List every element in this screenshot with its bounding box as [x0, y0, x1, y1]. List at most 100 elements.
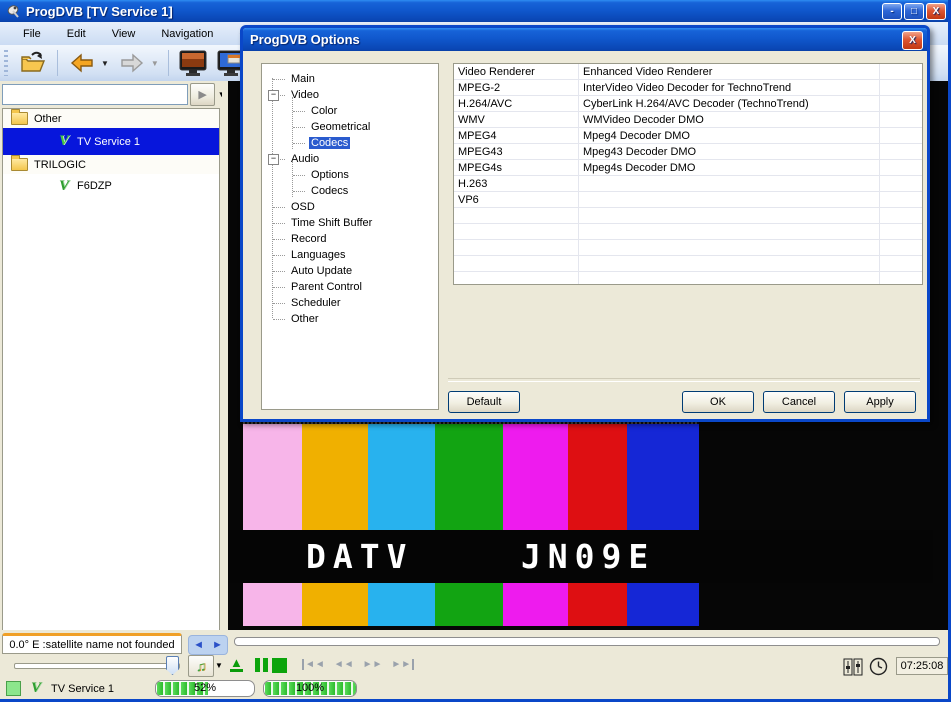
- equalizer-button[interactable]: [843, 658, 863, 679]
- volume-slider[interactable]: [14, 663, 180, 669]
- tree-item-other[interactable]: Other: [262, 311, 438, 327]
- video-overlay-text: DATV JN09E: [306, 537, 655, 576]
- tree-item-options[interactable]: Options: [262, 167, 438, 183]
- tree-item-color[interactable]: Color: [262, 103, 438, 119]
- rewind-icon[interactable]: ◄◄: [334, 659, 354, 670]
- audio-track-dropdown-icon[interactable]: ▼: [213, 655, 225, 675]
- channel-logo-icon: V: [31, 681, 41, 696]
- forward-dropdown-icon[interactable]: ▼: [151, 59, 159, 68]
- codec-extra-cell: [880, 128, 922, 143]
- codec-extra-cell: [880, 112, 922, 127]
- tree-item-osd[interactable]: OSD: [262, 199, 438, 215]
- seek-bar[interactable]: [234, 637, 940, 646]
- open-folder-icon: [20, 51, 46, 75]
- codec-extra-cell: [880, 192, 922, 207]
- codec-row: [454, 256, 922, 272]
- codec-row-vp6[interactable]: VP6: [454, 192, 922, 208]
- tree-item-languages[interactable]: Languages: [262, 247, 438, 263]
- default-button[interactable]: Default: [448, 391, 520, 413]
- codec-row-mpeg4s[interactable]: MPEG4sMpeg4s Decoder DMO: [454, 160, 922, 176]
- fullscreen-button[interactable]: [176, 48, 210, 78]
- tab-prev-icon[interactable]: ◄: [193, 639, 204, 651]
- video-overlay-band: DATV JN09E: [228, 530, 933, 583]
- tree-item-main[interactable]: Main: [262, 71, 438, 87]
- dialog-title-bar[interactable]: ProgDVB Options X: [243, 28, 927, 51]
- open-folder-button[interactable]: [16, 48, 50, 78]
- codec-row-video-renderer[interactable]: Video RendererEnhanced Video Renderer: [454, 64, 922, 80]
- group-label: TRILOGIC: [34, 159, 86, 171]
- channel-item-f6dzp[interactable]: VF6DZP: [3, 174, 219, 198]
- collapse-icon[interactable]: −: [268, 90, 279, 101]
- apply-button[interactable]: Apply: [844, 391, 916, 413]
- tree-connector: [293, 111, 305, 112]
- skip-end-icon[interactable]: ►►: [391, 659, 414, 670]
- tree-item-parent-control[interactable]: Parent Control: [262, 279, 438, 295]
- codec-row-h-263[interactable]: H.263: [454, 176, 922, 192]
- menu-file[interactable]: File: [10, 25, 54, 43]
- tree-item-label: Main: [289, 73, 317, 85]
- ok-button[interactable]: OK: [682, 391, 754, 413]
- codec-row-h-264-avc[interactable]: H.264/AVCCyberLink H.264/AVC Decoder (Te…: [454, 96, 922, 112]
- codec-row-mpeg-2[interactable]: MPEG-2InterVideo Video Decoder for Techn…: [454, 80, 922, 96]
- dialog-separator: [448, 378, 920, 382]
- tree-item-time-shift-buffer[interactable]: Time Shift Buffer: [262, 215, 438, 231]
- channel-group-other[interactable]: Other: [3, 109, 219, 128]
- codec-extra-cell: [880, 64, 922, 79]
- codec-value: [579, 240, 880, 255]
- toolbar-grip[interactable]: [4, 50, 8, 76]
- back-icon: [69, 53, 95, 73]
- menu-edit[interactable]: Edit: [54, 25, 99, 43]
- codec-row-mpeg4[interactable]: MPEG4Mpeg4 Decoder DMO: [454, 128, 922, 144]
- tree-item-codecs[interactable]: Codecs: [262, 183, 438, 199]
- channel-group-trilogic[interactable]: TRILOGIC: [3, 155, 219, 174]
- title-bar[interactable]: ProgDVB [TV Service 1] - □ X: [0, 0, 951, 22]
- menu-navigation[interactable]: Navigation: [148, 25, 226, 43]
- codec-name: Video Renderer: [454, 64, 579, 79]
- tree-item-codecs[interactable]: Codecs: [262, 135, 438, 151]
- eject-button[interactable]: ▲: [230, 657, 243, 672]
- fast-forward-icon[interactable]: ►►: [363, 659, 383, 670]
- minimize-button[interactable]: -: [882, 3, 902, 20]
- maximize-button[interactable]: □: [904, 3, 924, 20]
- cancel-button[interactable]: Cancel: [763, 391, 835, 413]
- channel-label: F6DZP: [77, 180, 112, 192]
- codec-name: [454, 256, 579, 271]
- back-button[interactable]: [65, 48, 99, 78]
- audio-track-button[interactable]: ♫: [188, 655, 214, 677]
- skip-start-icon[interactable]: ◄◄: [302, 659, 325, 670]
- codec-row-wmv[interactable]: WMVWMVideo Decoder DMO: [454, 112, 922, 128]
- codec-extra-cell: [880, 240, 922, 255]
- tree-item-geometrical[interactable]: Geometrical: [262, 119, 438, 135]
- clock-button[interactable]: [869, 657, 888, 679]
- tree-item-video[interactable]: −Video: [262, 87, 438, 103]
- menu-view[interactable]: View: [99, 25, 149, 43]
- channel-item-tv-service-1[interactable]: VTV Service 1: [3, 128, 219, 155]
- tree-item-label: Parent Control: [289, 281, 364, 293]
- search-go-button[interactable]: ▶: [190, 83, 215, 106]
- tree-connector: [273, 287, 285, 288]
- pause-button[interactable]: [255, 658, 268, 672]
- forward-button[interactable]: [115, 48, 149, 78]
- tree-item-record[interactable]: Record: [262, 231, 438, 247]
- app-icon: [6, 4, 21, 19]
- dialog-close-button[interactable]: X: [902, 31, 923, 50]
- tree-connector: [273, 255, 285, 256]
- tree-item-audio[interactable]: −Audio: [262, 151, 438, 167]
- back-dropdown-icon[interactable]: ▼: [101, 59, 109, 68]
- channel-search-input[interactable]: [2, 84, 188, 105]
- tree-item-scheduler[interactable]: Scheduler: [262, 295, 438, 311]
- tree-item-auto-update[interactable]: Auto Update: [262, 263, 438, 279]
- color-bar-2: [368, 424, 435, 626]
- stop-button[interactable]: [272, 658, 287, 673]
- color-bar-4: [503, 424, 568, 626]
- codec-extra-cell: [880, 256, 922, 271]
- satellite-tab[interactable]: 0.0° E :satellite name not founded: [2, 633, 182, 654]
- collapse-icon[interactable]: −: [268, 154, 279, 165]
- tree-connector: [293, 191, 305, 192]
- tree-item-label: Codecs: [309, 137, 350, 149]
- tab-next-icon[interactable]: ►: [212, 639, 223, 651]
- tree-connector: [273, 319, 285, 320]
- codec-row-mpeg43[interactable]: MPEG43Mpeg43 Decoder DMO: [454, 144, 922, 160]
- tree-connector: [293, 143, 305, 144]
- close-button[interactable]: X: [926, 3, 946, 20]
